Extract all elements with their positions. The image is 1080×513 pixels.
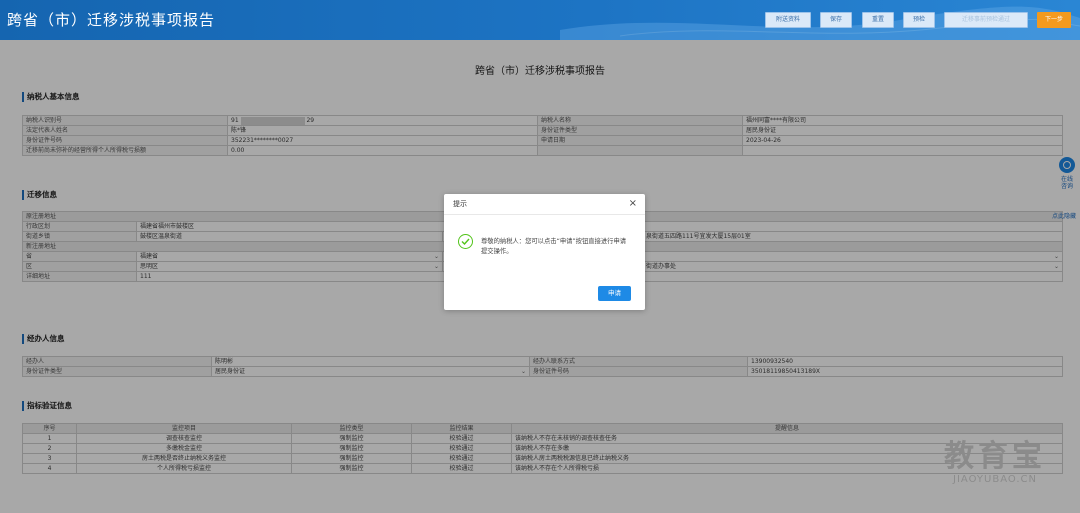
save-button[interactable]: 保存 <box>820 12 852 28</box>
top-header-bar: 跨省（市）迁移涉税事项报告 附送资料 保存 重置 预检 迁移事前预检通过 下一步 <box>0 0 1080 40</box>
next-step-button[interactable]: 下一步 <box>1037 12 1071 28</box>
attach-materials-button[interactable]: 附送资料 <box>765 12 811 28</box>
notice-dialog: 提示 × 尊敬的纳税人：您可以点击“申请”按钮直接进行申请提交操作。 申请 <box>444 194 645 310</box>
app-title: 跨省（市）迁移涉税事项报告 <box>7 11 216 29</box>
close-icon[interactable]: × <box>629 199 637 209</box>
dialog-message: 尊敬的纳税人：您可以点击“申请”按钮直接进行申请提交操作。 <box>481 238 627 255</box>
success-check-icon <box>458 234 473 249</box>
dialog-title: 提示 <box>444 194 645 215</box>
reset-button[interactable]: 重置 <box>862 12 894 28</box>
precheck-button[interactable]: 预检 <box>903 12 935 28</box>
apply-button[interactable]: 申请 <box>598 286 631 301</box>
precheck-passed-button[interactable]: 迁移事前预检通过 <box>944 12 1028 28</box>
